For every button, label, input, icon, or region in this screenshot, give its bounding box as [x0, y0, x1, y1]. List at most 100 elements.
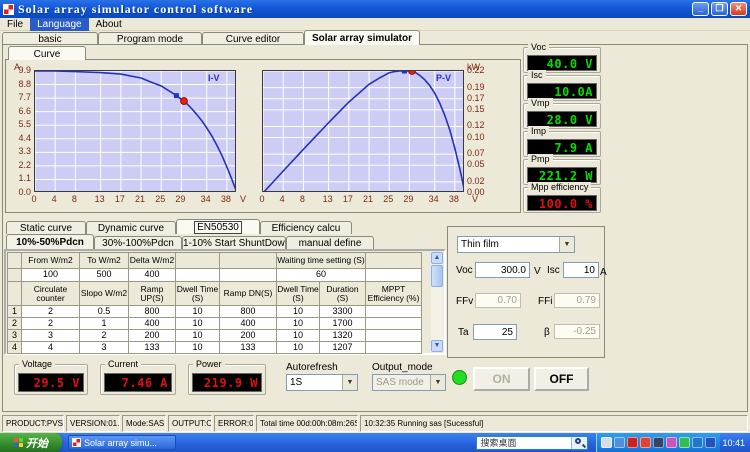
- table-cell[interactable]: 200: [129, 330, 176, 342]
- y-unit-label: A: [14, 62, 21, 72]
- minimize-button[interactable]: _: [692, 2, 709, 16]
- tab-manual-define[interactable]: manual define: [286, 236, 374, 249]
- module-type-select[interactable]: Thin film ▼: [457, 236, 575, 253]
- table-cell[interactable]: [366, 330, 422, 342]
- tab-en50530[interactable]: EN50530: [176, 219, 260, 234]
- x-tick-label: 38: [448, 194, 459, 204]
- x-tick-label: 17: [114, 194, 125, 204]
- tray-ati-icon[interactable]: [627, 437, 639, 448]
- table-cell[interactable]: 10: [277, 330, 320, 342]
- x-tick-label: 4: [51, 194, 57, 204]
- table-cell[interactable]: 1207: [320, 342, 366, 354]
- tab-1-10-start-shuntdown[interactable]: 1-10% Start ShuntDown: [182, 236, 286, 249]
- table-cell[interactable]: 200: [220, 330, 277, 342]
- table-cell[interactable]: 400: [129, 318, 176, 330]
- table-cell[interactable]: 100: [22, 269, 80, 282]
- autorefresh-label: Autorefresh: [286, 362, 338, 373]
- autorefresh-select[interactable]: 1S ▼: [286, 374, 358, 391]
- table-cell[interactable]: 1: [80, 318, 129, 330]
- table-cell[interactable]: 2: [8, 318, 22, 330]
- table-cell[interactable]: 3300: [320, 306, 366, 318]
- table-cell[interactable]: 400: [220, 318, 277, 330]
- table-row: 3 3 2 200 10 200 10 1320: [7, 330, 422, 342]
- taskbar-app-button[interactable]: Solar array simu...: [68, 435, 176, 450]
- table-cell[interactable]: 4: [8, 342, 22, 354]
- start-button[interactable]: 开始: [0, 433, 62, 452]
- table-cell[interactable]: 3: [22, 330, 80, 342]
- voc-field[interactable]: [475, 262, 530, 278]
- on-button[interactable]: ON: [473, 367, 530, 391]
- tray-security-shield-icon[interactable]: [692, 437, 704, 448]
- x-tick-label: 29: [175, 194, 186, 204]
- table-cell: [220, 252, 277, 269]
- table-cell[interactable]: 1320: [320, 330, 366, 342]
- chevron-down-icon: ▼: [559, 237, 574, 252]
- tray-defender-shield-icon[interactable]: [705, 437, 717, 448]
- table-cell[interactable]: 1700: [320, 318, 366, 330]
- table-cell[interactable]: [366, 342, 422, 354]
- table-cell[interactable]: 1: [8, 306, 22, 318]
- table-cell[interactable]: 10: [277, 342, 320, 354]
- tray-wifi-icon[interactable]: [666, 437, 678, 448]
- search-icon[interactable]: [571, 436, 588, 449]
- tray-keyboard-icon[interactable]: [601, 437, 613, 448]
- table-cell[interactable]: [366, 318, 422, 330]
- table-cell[interactable]: 10: [176, 306, 220, 318]
- tray-antivirus-shield-icon[interactable]: [640, 437, 652, 448]
- table-cell[interactable]: 10: [277, 306, 320, 318]
- table-cell[interactable]: 800: [220, 306, 277, 318]
- scroll-thumb[interactable]: [431, 265, 443, 287]
- tab-30-100-pdcn[interactable]: 30%-100%Pdcn: [94, 236, 182, 249]
- table-cell[interactable]: 0.5: [80, 306, 129, 318]
- table-cell[interactable]: [176, 269, 220, 282]
- table-cell[interactable]: 10: [176, 318, 220, 330]
- table-cell[interactable]: 60: [277, 269, 366, 282]
- menu-language[interactable]: Language: [30, 17, 89, 31]
- close-button[interactable]: ✕: [730, 2, 747, 16]
- table-cell[interactable]: 133: [220, 342, 277, 354]
- table-cell[interactable]: 400: [129, 269, 176, 282]
- tab-solar-array-simulator[interactable]: Solar array simulator: [304, 30, 420, 45]
- table-scrollbar[interactable]: ▲ ▼: [431, 252, 443, 352]
- tray-network-icon[interactable]: [653, 437, 665, 448]
- table-cell[interactable]: [220, 269, 277, 282]
- table-cell[interactable]: [366, 269, 422, 282]
- scroll-down-icon[interactable]: ▼: [431, 340, 443, 352]
- chevron-down-icon: ▼: [430, 375, 445, 390]
- table-cell[interactable]: 800: [129, 306, 176, 318]
- menu-file[interactable]: File: [0, 18, 30, 31]
- status-version: VERSION:01.03: [66, 415, 120, 432]
- restore-button[interactable]: ❐: [711, 2, 728, 16]
- table-cell[interactable]: 4: [22, 342, 80, 354]
- tray-messenger-icon[interactable]: [679, 437, 691, 448]
- status-running: 10:32:35 Running sas [Sucessful]: [360, 415, 748, 432]
- table-cell[interactable]: 10: [277, 318, 320, 330]
- desktop-search-input[interactable]: 搜索桌面: [476, 435, 589, 450]
- table-cell[interactable]: 133: [129, 342, 176, 354]
- table-cell[interactable]: 2: [22, 306, 80, 318]
- table-cell[interactable]: [8, 269, 22, 282]
- measure-value: 100.0 %: [527, 195, 597, 211]
- isc-field[interactable]: [563, 262, 599, 278]
- tab-curve[interactable]: Curve: [8, 46, 86, 60]
- ta-field[interactable]: [473, 324, 517, 340]
- x-tick-label: 38: [220, 194, 231, 204]
- off-button[interactable]: OFF: [534, 367, 589, 391]
- title-bar: Solar array simulator control software _…: [0, 0, 750, 18]
- table-cell[interactable]: [366, 306, 422, 318]
- table-cell[interactable]: 500: [80, 269, 129, 282]
- tab-10-50-pdcn[interactable]: 10%-50%Pdcn: [6, 234, 94, 249]
- tray-emule-icon[interactable]: [614, 437, 626, 448]
- tab-efficiency-calcu[interactable]: Efficiency calcu: [260, 221, 352, 234]
- scroll-up-icon[interactable]: ▲: [431, 252, 443, 264]
- table-cell[interactable]: 3: [8, 330, 22, 342]
- table-cell[interactable]: 10: [176, 330, 220, 342]
- menu-about[interactable]: About: [89, 18, 129, 31]
- table-cell[interactable]: 10: [176, 342, 220, 354]
- table-cell[interactable]: 3: [80, 342, 129, 354]
- tab-dynamic-curve[interactable]: Dynamic curve: [86, 221, 176, 234]
- tab-static-curve[interactable]: Static curve: [6, 221, 86, 234]
- table-cell[interactable]: 2: [80, 330, 129, 342]
- x-tick-label: 17: [342, 194, 353, 204]
- table-cell[interactable]: 2: [22, 318, 80, 330]
